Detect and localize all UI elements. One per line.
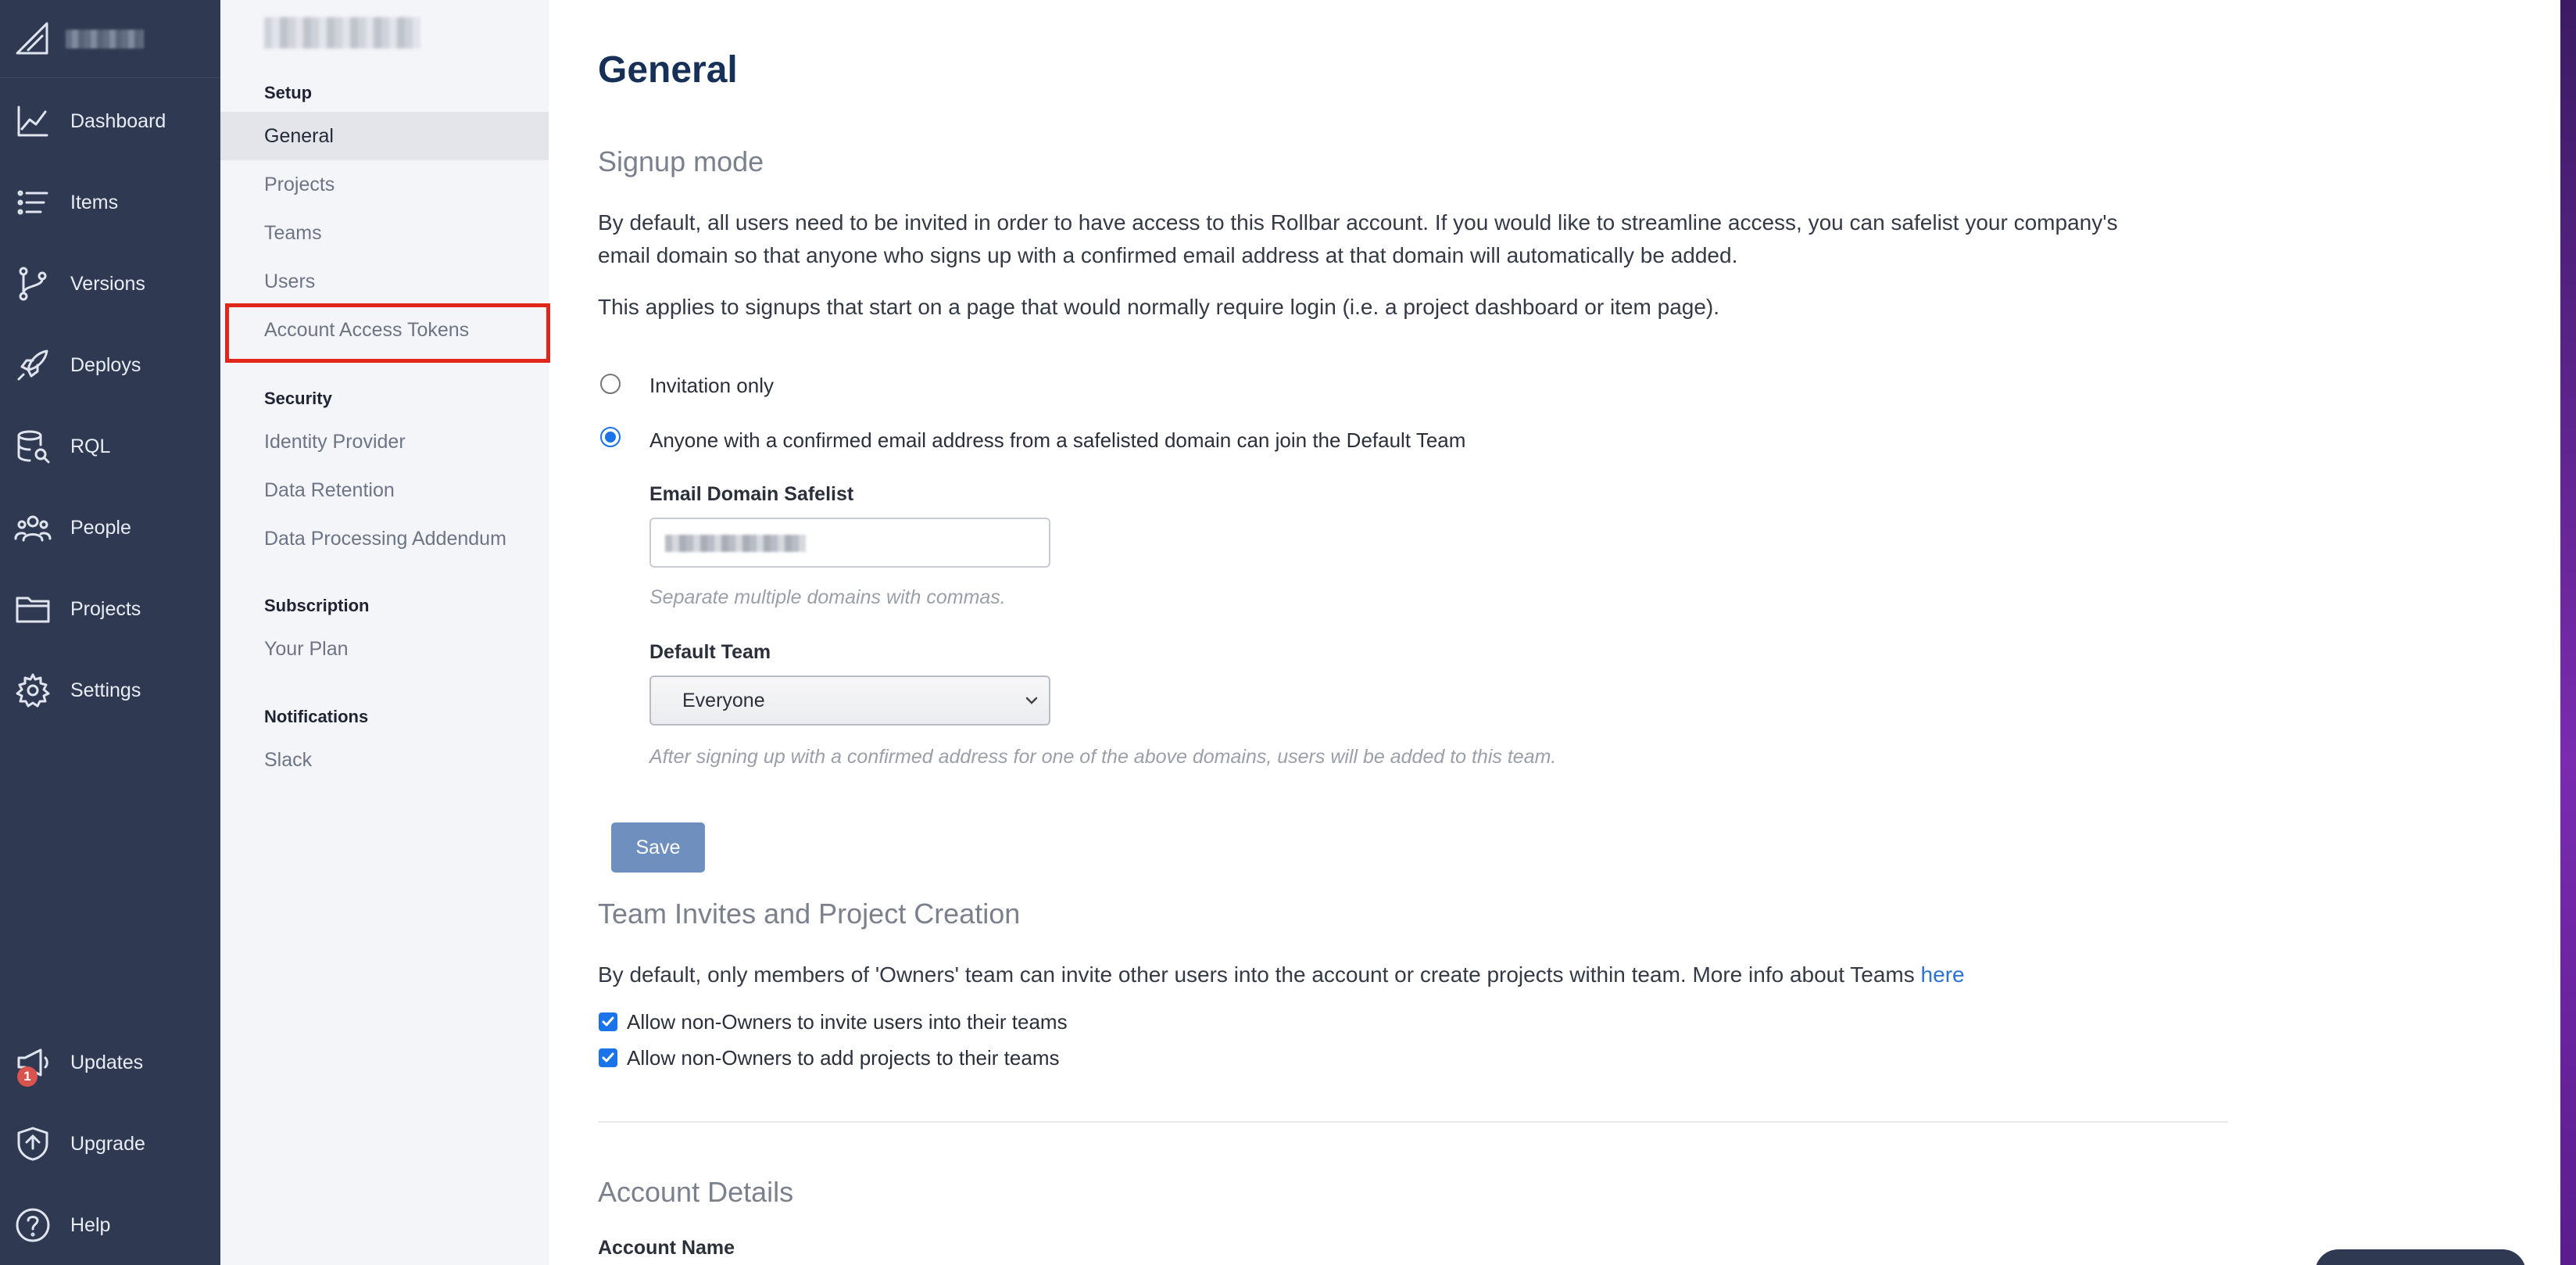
highlight-annotation — [225, 303, 550, 363]
settings-item-data-retention[interactable]: Data Retention — [220, 466, 549, 514]
team-invites-description: By default, only members of 'Owners' tea… — [598, 959, 2239, 991]
signup-mode-heading: Signup mode — [598, 145, 764, 177]
checkmark-icon — [602, 1052, 614, 1063]
git-branch-icon — [19, 267, 47, 301]
nav-label: RQL — [70, 435, 111, 457]
nav-label: Versions — [70, 272, 145, 295]
nav-label: Items — [70, 191, 119, 213]
nav-label: Dashboard — [70, 109, 166, 132]
nav-label: Deploys — [70, 353, 141, 376]
account-name-label: Account Name — [598, 1237, 735, 1259]
section-title-setup: Setup — [264, 83, 313, 102]
signup-description-line1: By default, all users need to be invited… — [598, 210, 2118, 235]
updates-badge: 1 — [17, 1066, 38, 1087]
chat-widget-button[interactable] — [2315, 1249, 2526, 1265]
brand — [0, 0, 220, 78]
section-divider — [598, 1121, 2228, 1123]
database-search-icon — [17, 430, 50, 464]
radio-invitation-only[interactable] — [600, 374, 621, 394]
checkbox-invite-users[interactable] — [599, 1012, 617, 1031]
teams-info-link[interactable]: here — [1921, 962, 1965, 987]
radio-safelisted-domain[interactable] — [600, 427, 621, 447]
settings-item-your-plan[interactable]: Your Plan — [220, 625, 549, 673]
chevron-down-icon — [1025, 697, 1038, 704]
nav-item-items[interactable]: Items — [0, 167, 220, 238]
email-domain-safelist-label: Email Domain Safelist — [649, 483, 854, 505]
list-icon — [17, 190, 48, 215]
help-circle-icon — [16, 1208, 50, 1242]
nav-item-help[interactable]: Help — [0, 1190, 220, 1260]
main-content: General Signup mode By default, all user… — [549, 0, 2576, 1265]
nav-label: People — [70, 516, 131, 539]
section-title-notifications: Notifications — [264, 707, 369, 726]
main-nav: Dashboard Items Versions Deploys RQL Peo… — [0, 0, 220, 1265]
nav-label: Settings — [70, 679, 141, 701]
nav-item-projects[interactable]: Projects — [0, 574, 220, 644]
section-title-subscription: Subscription — [264, 596, 370, 615]
nav-label: Help — [70, 1213, 111, 1236]
settings-item-projects[interactable]: Projects — [220, 160, 549, 209]
signup-applies-note: This applies to signups that start on a … — [598, 295, 1720, 319]
settings-item-slack[interactable]: Slack — [220, 736, 549, 784]
settings-item-data-processing-addendum[interactable]: Data Processing Addendum — [220, 514, 549, 563]
team-invites-heading: Team Invites and Project Creation — [598, 898, 1021, 930]
nav-item-versions[interactable]: Versions — [0, 249, 220, 319]
nav-item-upgrade[interactable]: Upgrade — [0, 1109, 220, 1179]
save-button[interactable]: Save — [611, 822, 705, 873]
nav-label: Upgrade — [70, 1132, 145, 1155]
rocket-icon — [17, 349, 48, 381]
radio-safelisted-domain-label[interactable]: Anyone with a confirmed email address fr… — [649, 428, 1465, 453]
nav-item-people[interactable]: People — [0, 493, 220, 563]
desktop-background-edge — [2560, 0, 2576, 1265]
nav-item-rql[interactable]: RQL — [0, 411, 220, 482]
settings-item-general[interactable]: General — [220, 112, 549, 160]
nav-item-deploys[interactable]: Deploys — [0, 330, 220, 400]
default-team-select[interactable]: Everyone — [649, 676, 1050, 726]
rollbar-logo-icon[interactable] — [13, 19, 52, 58]
settings-item-users[interactable]: Users — [220, 257, 549, 306]
default-team-help: After signing up with a confirmed addres… — [649, 746, 1557, 768]
default-team-value: Everyone — [682, 689, 765, 711]
settings-item-teams[interactable]: Teams — [220, 209, 549, 257]
checkbox-add-projects-label[interactable]: Allow non-Owners to add projects to thei… — [627, 1046, 1059, 1070]
account-details-heading: Account Details — [598, 1176, 794, 1208]
gear-icon — [16, 673, 50, 708]
nav-item-settings[interactable]: Settings — [0, 655, 220, 726]
section-title-security: Security — [264, 389, 332, 408]
email-domain-help: Separate multiple domains with commas. — [649, 586, 1006, 608]
account-name-redacted — [264, 17, 420, 48]
signup-description-line2: email domain so that anyone who signs up… — [598, 243, 1738, 267]
email-domain-safelist-input[interactable] — [649, 518, 1050, 568]
nav-item-updates[interactable]: 1 Updates — [0, 1027, 220, 1098]
checkbox-add-projects[interactable] — [599, 1048, 617, 1067]
chart-line-icon — [17, 106, 48, 137]
settings-nav: Setup General Projects Teams Users Accou… — [220, 0, 549, 1265]
shield-icon — [17, 1127, 48, 1161]
settings-item-identity-provider[interactable]: Identity Provider — [220, 417, 549, 466]
radio-invitation-only-label[interactable]: Invitation only — [649, 374, 774, 398]
nav-label: Updates — [70, 1051, 144, 1073]
nav-label: Projects — [70, 597, 141, 620]
account-name-redacted — [66, 30, 144, 48]
folder-icon — [16, 597, 50, 623]
domain-value-redacted — [665, 535, 806, 552]
checkbox-invite-users-label[interactable]: Allow non-Owners to invite users into th… — [627, 1010, 1068, 1034]
people-icon — [14, 515, 52, 542]
team-invites-text: By default, only members of 'Owners' tea… — [598, 962, 1921, 987]
default-team-label: Default Team — [649, 641, 771, 663]
checkmark-icon — [602, 1016, 614, 1027]
nav-item-dashboard[interactable]: Dashboard — [0, 86, 220, 156]
page-title: General — [598, 49, 738, 91]
